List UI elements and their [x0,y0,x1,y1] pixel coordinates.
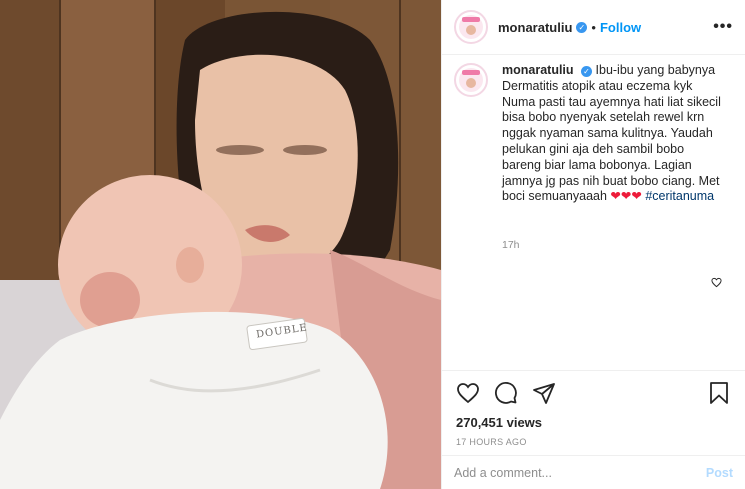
post-timestamp[interactable]: 17 HOURS AGO [456,437,731,447]
verified-badge-icon: ✓ [581,66,593,78]
comment-bar: Post [442,455,745,489]
caption-body: Ibu-ibu yang babynya Dermatitis atopik a… [502,63,721,204]
views-count[interactable]: 270,451 views [456,415,731,430]
caption-timestamp[interactable]: 17h [502,239,520,251]
caption-text: monaratuliu ✓ Ibu-ibu yang babynya Derma… [502,63,722,205]
small-heart-icon[interactable] [711,277,722,288]
post-sidebar: monaratuliu ✓ • Follow ••• monaratuliu ✓… [441,0,745,489]
post-header: monaratuliu ✓ • Follow ••• [442,0,745,55]
hashtag-link[interactable]: #ceritanuma [645,189,714,203]
post-actions: 270,451 views 17 HOURS AGO [442,370,745,447]
more-options-icon[interactable]: ••• [713,18,733,36]
photo-illustration [0,0,441,489]
caption-username[interactable]: monaratuliu [502,63,574,77]
comment-input[interactable] [454,465,706,480]
comment-icon[interactable] [494,381,518,405]
caption-avatar[interactable] [454,63,488,97]
follow-button[interactable]: Follow [600,20,641,35]
header-separator: • [591,19,596,35]
caption-block: monaratuliu ✓ Ibu-ibu yang babynya Derma… [454,63,733,205]
heart-emojis: ❤❤❤ [610,189,642,204]
action-icons-row [456,381,731,405]
share-icon[interactable] [532,381,556,405]
bookmark-icon[interactable] [707,381,731,405]
verified-badge-icon: ✓ [576,21,588,33]
heart-icon[interactable] [456,381,480,405]
avatar[interactable] [454,10,488,44]
post-comment-button[interactable]: Post [706,466,733,480]
post-photo[interactable]: DOUBLE [0,0,441,489]
header-username[interactable]: monaratuliu [498,20,572,35]
